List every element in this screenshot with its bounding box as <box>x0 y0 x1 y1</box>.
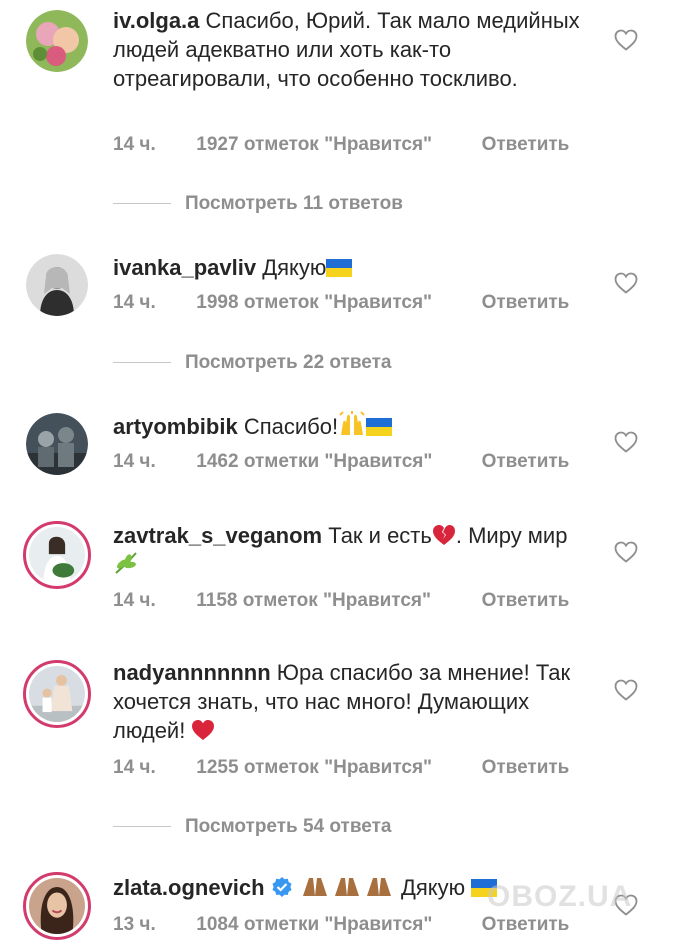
likes-count[interactable]: 1927 отметок "Нравится" <box>196 134 476 156</box>
folded-hands-icon <box>302 878 391 896</box>
reply-button[interactable]: Ответить <box>482 292 570 314</box>
timestamp: 14 ч. <box>113 134 156 155</box>
divider-line <box>113 203 171 205</box>
avatar[interactable] <box>26 413 88 475</box>
timestamp: 13 ч. <box>113 914 156 935</box>
comment-text: artyombibik Спасибо! <box>113 411 583 441</box>
raised-hands-icon <box>339 411 365 435</box>
comment-meta: 14 ч. 1255 отметок "Нравится" Ответить <box>113 757 569 779</box>
avatar[interactable] <box>23 872 91 940</box>
avatar[interactable] <box>26 254 88 316</box>
comment-text: zavtrak_s_veganom Так и есть . Миру мир <box>113 521 583 579</box>
verified-badge-icon <box>272 877 292 897</box>
comment-body: Дякую <box>400 875 466 900</box>
likes-count[interactable]: 1084 отметки "Нравится" <box>196 914 476 936</box>
watermark: OBOZ.UA <box>487 880 633 913</box>
comment-text: nadyannnnnnn Юра спасибо за мнение! Так … <box>113 658 583 745</box>
comment-text: ivanka_pavliv Дякую <box>113 253 583 282</box>
timestamp: 14 ч. <box>113 590 156 611</box>
reply-button[interactable]: Ответить <box>482 134 570 156</box>
reply-button[interactable]: Ответить <box>482 590 570 612</box>
avatar[interactable] <box>23 660 91 728</box>
likes-count[interactable]: 1998 отметок "Нравится" <box>196 292 476 314</box>
timestamp: 14 ч. <box>113 451 156 472</box>
comment-body: Дякую <box>262 255 327 280</box>
ukraine-flag-icon <box>326 259 353 277</box>
reply-button[interactable]: Ответить <box>482 451 570 473</box>
view-replies-button[interactable]: Посмотреть 11 ответов <box>113 193 403 215</box>
reply-button[interactable]: Ответить <box>482 757 570 779</box>
ukraine-flag-icon <box>366 418 393 436</box>
heart-icon[interactable] <box>614 541 638 563</box>
comment-meta: 14 ч. 1462 отметки "Нравится" Ответить <box>113 451 569 473</box>
heart-icon[interactable] <box>614 272 638 294</box>
reply-button[interactable]: Ответить <box>482 914 570 936</box>
username[interactable]: iv.olga.a <box>113 8 199 33</box>
username[interactable]: zavtrak_s_veganom <box>113 523 322 548</box>
comment-meta: 14 ч. 1158 отметок "Нравится" Ответить <box>113 590 569 612</box>
herb-icon <box>115 552 137 574</box>
heart-icon[interactable] <box>614 29 638 51</box>
likes-count[interactable]: 1255 отметок "Нравится" <box>196 757 476 779</box>
heart-icon[interactable] <box>614 679 638 701</box>
username[interactable]: zlata.ognevich <box>113 875 265 900</box>
comment-meta: 13 ч. 1084 отметки "Нравится" Ответить <box>113 914 569 936</box>
heart-icon[interactable] <box>614 431 638 453</box>
avatar[interactable] <box>26 10 88 72</box>
view-replies-button[interactable]: Посмотреть 22 ответа <box>113 352 391 374</box>
view-replies-label: Посмотреть 54 ответа <box>185 816 392 837</box>
likes-count[interactable]: 1462 отметки "Нравится" <box>196 451 476 473</box>
comment-body: Спасибо! <box>243 414 339 439</box>
comment-meta: 14 ч. 1998 отметок "Нравится" Ответить <box>113 292 569 314</box>
view-replies-label: Посмотреть 22 ответа <box>185 352 392 373</box>
view-replies-label: Посмотреть 11 ответов <box>185 193 403 214</box>
broken-heart-icon <box>432 525 455 545</box>
view-replies-button[interactable]: Посмотреть 54 ответа <box>113 816 391 838</box>
username[interactable]: ivanka_pavliv <box>113 255 256 280</box>
comment-body: Так и есть <box>328 523 432 548</box>
red-heart-icon <box>192 720 215 740</box>
divider-line <box>113 362 171 364</box>
avatar[interactable] <box>23 521 91 589</box>
divider-line <box>113 826 171 828</box>
likes-count[interactable]: 1158 отметок "Нравится" <box>196 590 476 612</box>
comment-meta: 14 ч. 1927 отметок "Нравится" Ответить <box>113 134 569 156</box>
timestamp: 14 ч. <box>113 757 156 778</box>
timestamp: 14 ч. <box>113 292 156 313</box>
comment-text: iv.olga.a Спасибо, Юрий. Так мало медийн… <box>113 6 583 93</box>
username[interactable]: nadyannnnnnn <box>113 660 271 685</box>
comment-body-end: . Миру мир <box>455 523 568 548</box>
username[interactable]: artyombibik <box>113 414 238 439</box>
